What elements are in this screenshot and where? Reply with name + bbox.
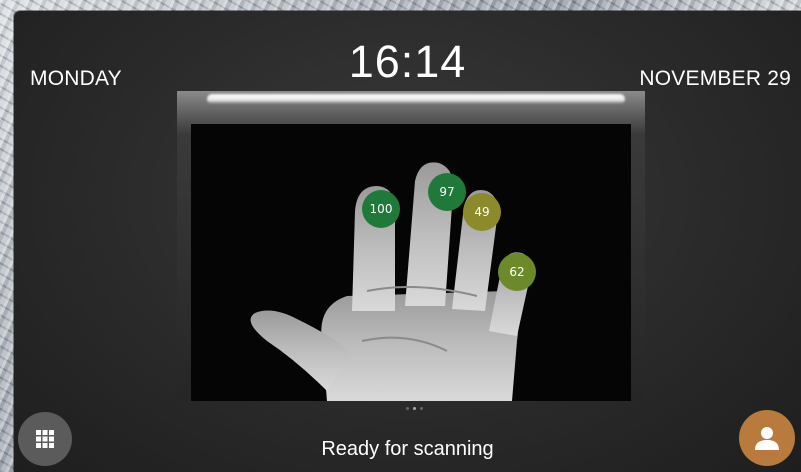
finger-score-index: 100: [362, 190, 400, 228]
apps-menu-button[interactable]: [18, 412, 72, 466]
finger-score-middle: 97: [428, 173, 466, 211]
status-text: Ready for scanning: [321, 438, 494, 460]
finger-score-little: 62: [498, 253, 536, 291]
grid-icon: [36, 430, 54, 448]
hand-image: [250, 162, 532, 401]
finger-score-ring: 49: [463, 193, 501, 231]
user-button[interactable]: [739, 410, 795, 466]
date-label: NOVEMBER 29: [639, 67, 791, 90]
page-dot-active: [413, 407, 416, 410]
scanner-preview: 100 97 49 62: [177, 91, 645, 401]
page-dot: [420, 407, 423, 410]
device-screen: MONDAY 16:14 NOVEMBER 29 100 97 49 62 Re…: [14, 11, 801, 472]
user-icon: [755, 427, 779, 450]
page-dot: [406, 407, 409, 410]
page-indicator: [406, 407, 423, 410]
